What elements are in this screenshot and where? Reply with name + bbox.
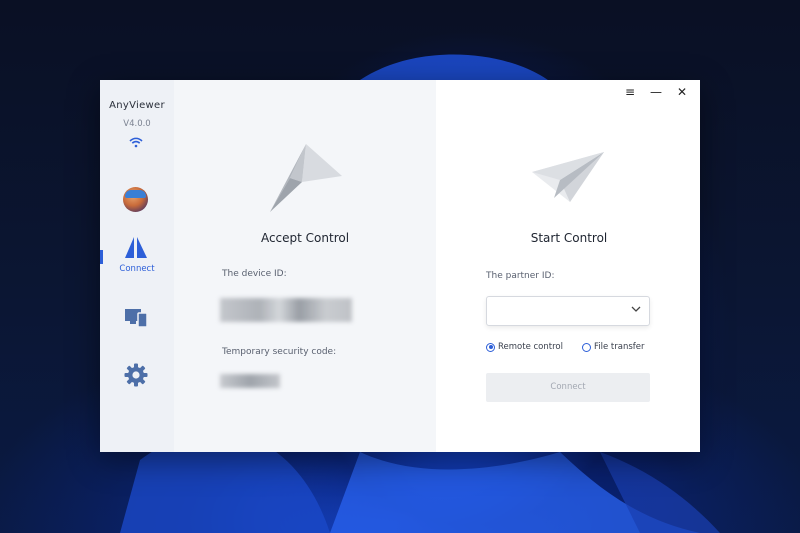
app-name: AnyViewer [109, 100, 165, 111]
remote-control-radio[interactable]: Remote control [486, 342, 563, 352]
paper-plane-icon [270, 144, 342, 212]
start-control-title: Start Control [530, 231, 608, 245]
sidebar: AnyViewer V4.0.0 Connect [100, 80, 174, 452]
wifi-icon [129, 137, 143, 148]
remote-control-label: Remote control [498, 342, 563, 352]
sidebar-item-connect[interactable]: Connect [100, 232, 174, 278]
start-control-panel: Start Control The partner ID: Remote con… [436, 80, 700, 452]
radio-unchecked-icon[interactable] [582, 342, 591, 352]
sidebar-item-connect-label: Connect [119, 264, 155, 274]
accept-control-title: Accept Control [260, 231, 350, 245]
device-id-label: The device ID: [222, 269, 287, 279]
chevron-down-icon[interactable] [631, 306, 641, 313]
file-transfer-label: File transfer [594, 342, 645, 352]
close-button[interactable]: ✕ [672, 83, 692, 101]
window-controls: ≡ — ✕ [600, 80, 700, 104]
partner-id-label: The partner ID: [486, 271, 555, 281]
devices-icon[interactable] [124, 306, 148, 328]
avatar[interactable] [123, 187, 148, 212]
connect-icon [125, 237, 147, 258]
app-window: AnyViewer V4.0.0 Connect Accept Control … [100, 80, 700, 452]
menu-button[interactable]: ≡ [620, 83, 640, 101]
radio-checked-icon[interactable] [486, 342, 495, 352]
partner-id-input[interactable] [486, 296, 650, 326]
paper-plane-outline-icon [532, 152, 604, 202]
gear-icon[interactable] [124, 363, 148, 387]
security-code-label: Temporary security code: [222, 347, 337, 357]
minimize-button[interactable]: — [646, 83, 666, 101]
connect-button[interactable]: Connect [486, 373, 650, 402]
accept-control-panel: Accept Control The device ID: Temporary … [174, 80, 436, 452]
app-version: V4.0.0 [123, 119, 151, 129]
file-transfer-radio[interactable]: File transfer [582, 342, 645, 352]
